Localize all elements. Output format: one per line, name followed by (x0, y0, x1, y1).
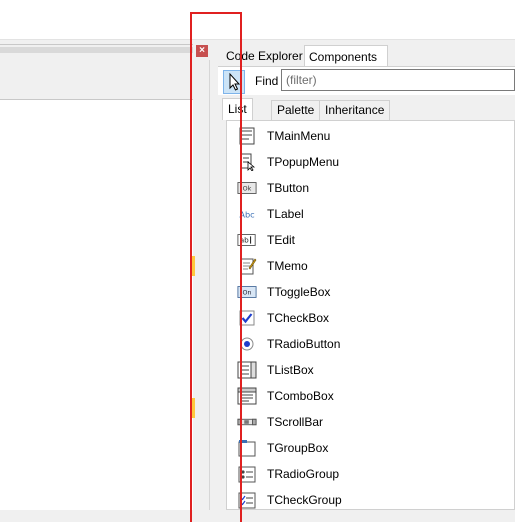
checkbox-icon (239, 310, 255, 326)
list-item-label: TMemo (267, 259, 308, 273)
listbox-icon (237, 361, 257, 379)
tab-components[interactable]: Components (304, 45, 388, 67)
list-item-label: TLabel (267, 207, 304, 221)
list-item[interactable]: TMainMenu (237, 125, 507, 147)
list-item[interactable]: On TToggleBox (237, 281, 507, 303)
memo-icon (240, 258, 257, 275)
list-item[interactable]: Ok TButton (237, 177, 507, 199)
radiogroup-icon (238, 466, 256, 483)
svg-text:Ok: Ok (243, 186, 252, 193)
list-item[interactable]: TScrollBar (237, 411, 507, 433)
list-item-label: TButton (267, 181, 310, 195)
list-item-label: TScrollBar (267, 415, 324, 429)
panel-splitter[interactable] (193, 40, 218, 510)
list-item-label: TComboBox (267, 389, 334, 403)
popupmenu-icon (240, 153, 256, 171)
component-panel: Code Explorer Components Find List Palet… (218, 40, 515, 510)
tab-palette[interactable]: Palette (271, 100, 321, 120)
list-item-label: TCheckGroup (267, 493, 342, 507)
list-item[interactable]: TPopupMenu (237, 151, 507, 173)
scroll-marker (192, 398, 195, 418)
tab-code-explorer[interactable]: Code Explorer (222, 45, 307, 67)
togglebox-icon: On (237, 286, 257, 298)
component-toolbar: Find (218, 67, 515, 95)
editor-panel (0, 40, 193, 510)
list-item[interactable]: TCheckBox (237, 307, 507, 329)
component-list: TMainMenu TPopupMenu Ok TButton Abc TLab… (226, 120, 515, 510)
list-item[interactable]: TRadioGroup (237, 463, 507, 485)
scroll-marker (192, 256, 195, 276)
list-item-label: TMainMenu (267, 129, 331, 143)
window-top-strip (0, 0, 515, 40)
filter-input[interactable] (281, 69, 515, 91)
arrow-cursor-icon (229, 72, 241, 91)
list-item-label: TEdit (267, 233, 296, 247)
tab-inheritance[interactable]: Inheritance (319, 100, 391, 120)
mainmenu-icon (239, 127, 255, 145)
close-panel-button[interactable]: × (196, 45, 208, 57)
groupbox-icon (238, 440, 256, 457)
list-item[interactable]: TMemo (237, 255, 507, 277)
list-item[interactable]: TListBox (237, 359, 507, 381)
editor-header (0, 44, 193, 100)
edit-icon: ab (237, 234, 256, 246)
list-item-label: TGroupBox (267, 441, 329, 455)
editor-content[interactable] (0, 100, 193, 510)
radiobutton-icon (240, 337, 254, 351)
list-item-label: TCheckBox (267, 311, 330, 325)
list-item[interactable]: TCheckGroup (237, 489, 507, 511)
selection-tool-button[interactable] (223, 70, 245, 94)
find-label: Find (255, 74, 279, 88)
tab-list[interactable]: List (222, 98, 253, 120)
list-item-label: TPopupMenu (267, 155, 340, 169)
list-item-label: TToggleBox (267, 285, 331, 299)
list-item[interactable]: ab TEdit (237, 229, 507, 251)
svg-text:Abc: Abc (239, 210, 254, 220)
list-item[interactable]: TComboBox (237, 385, 507, 407)
svg-text:ab: ab (240, 236, 249, 245)
list-item[interactable]: TGroupBox (237, 437, 507, 459)
label-icon: Abc (239, 210, 254, 220)
combobox-icon (237, 387, 257, 405)
button-icon: Ok (237, 182, 257, 194)
list-item-label: TListBox (267, 363, 314, 377)
scrollbar-icon (237, 418, 257, 426)
svg-text:On: On (242, 290, 251, 297)
splitter-line (209, 60, 210, 510)
list-item-label: TRadioButton (267, 337, 341, 351)
list-item[interactable]: TRadioButton (237, 333, 507, 355)
list-item-label: TRadioGroup (267, 467, 340, 481)
list-item[interactable]: Abc TLabel (237, 203, 507, 225)
checkgroup-icon (238, 492, 256, 509)
